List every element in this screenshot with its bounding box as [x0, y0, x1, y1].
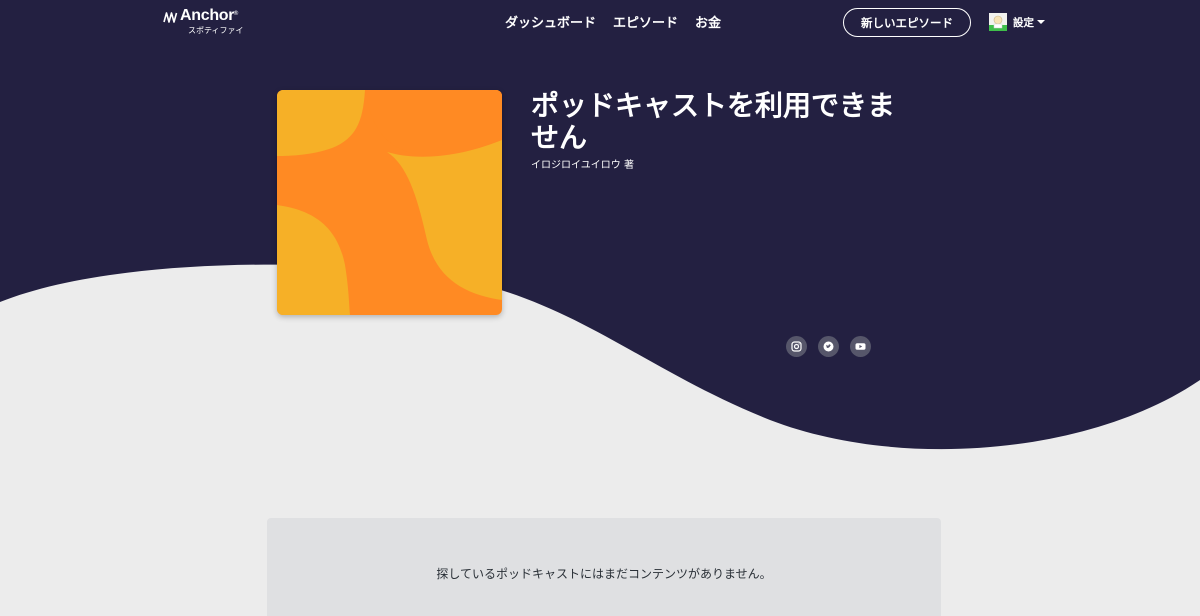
logo-wordmark: Anchor — [180, 7, 235, 24]
youtube-icon — [855, 343, 866, 350]
episodes-empty-card: 探しているポッドキャストにはまだコンテンツがありません。 — [267, 518, 941, 616]
instagram-icon — [791, 341, 802, 352]
twitter-button[interactable] — [818, 336, 839, 357]
user-settings-menu[interactable]: 設定 — [989, 12, 1045, 32]
podcast-author: イロジロイユイロウ 著 — [531, 160, 634, 171]
social-links — [786, 336, 871, 357]
twitter-icon — [823, 341, 834, 352]
main-nav-links: ダッシュボード エピソード お金 — [505, 12, 721, 31]
anchor-logo[interactable]: Anchor ® スポティファイ — [163, 7, 244, 37]
new-episode-button[interactable]: 新しいエピソード — [843, 8, 971, 37]
anchor-waves-icon — [163, 12, 178, 23]
podcast-cover-art — [277, 90, 502, 315]
caret-down-icon — [1037, 20, 1045, 24]
logo-subtitle: スポティファイ — [188, 26, 244, 35]
avatar — [989, 13, 1007, 31]
empty-state-message: 探しているポッドキャストにはまだコンテンツがありません。 — [436, 567, 772, 581]
hero-background — [0, 0, 1200, 450]
top-nav: Anchor ® スポティファイ ダッシュボード エピソード お金 新しいエピソ… — [0, 0, 1200, 44]
nav-link-money[interactable]: お金 — [695, 12, 721, 31]
podcast-title: ポッドキャストを利用できません — [531, 89, 896, 154]
youtube-button[interactable] — [850, 336, 871, 357]
registered-mark-icon: ® — [233, 10, 239, 17]
nav-link-dashboard[interactable]: ダッシュボード — [505, 12, 596, 31]
nav-link-episodes[interactable]: エピソード — [613, 12, 678, 31]
instagram-button[interactable] — [786, 336, 807, 357]
page: Anchor ® スポティファイ ダッシュボード エピソード お金 新しいエピソ… — [0, 0, 1200, 616]
settings-label: 設定 — [1013, 16, 1034, 29]
